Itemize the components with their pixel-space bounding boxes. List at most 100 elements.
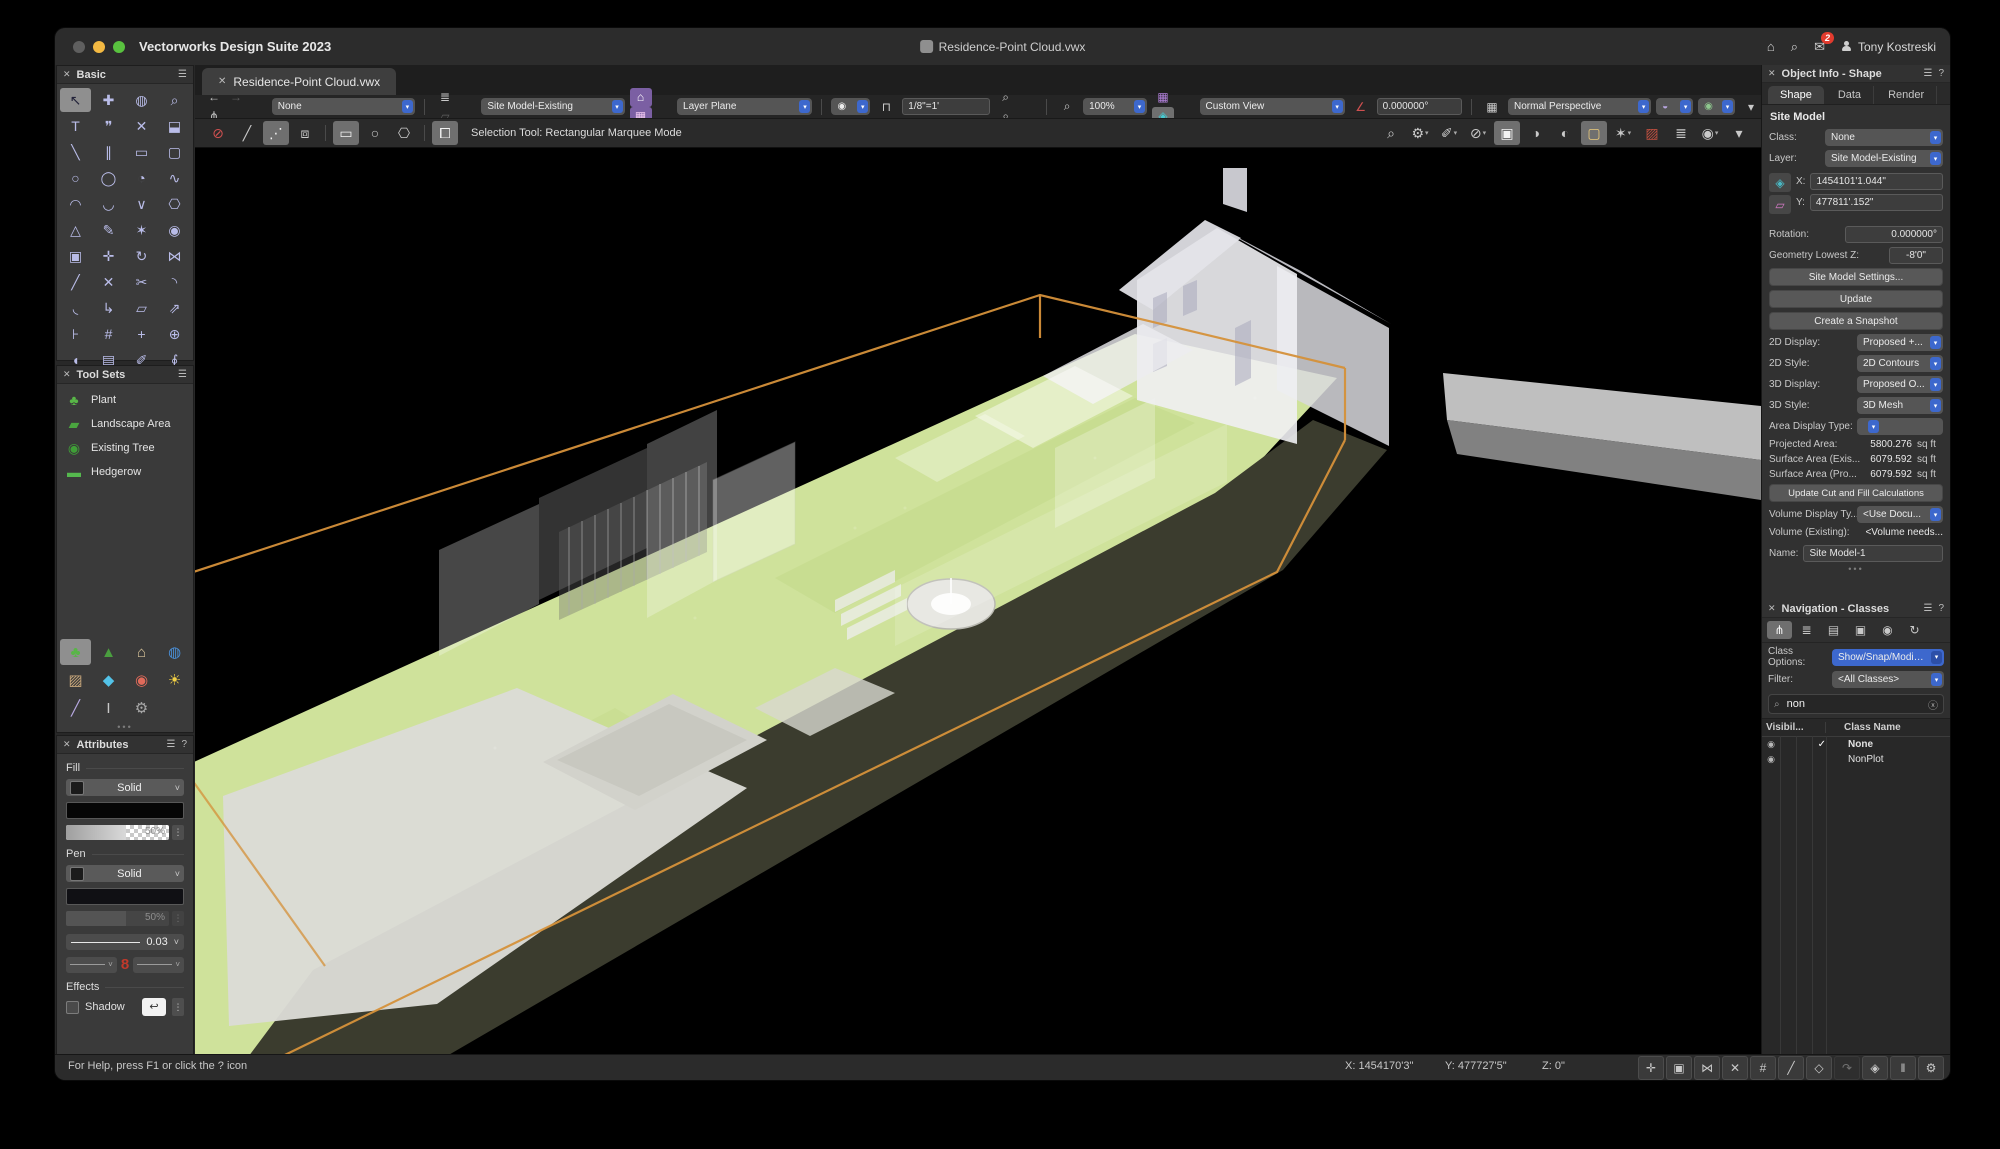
mail-icon[interactable]: ✉2 xyxy=(1814,39,1825,55)
texture-brush-icon[interactable]: ✐▾ xyxy=(1436,121,1462,145)
background-render-dropdown[interactable]: ◉ ▾ xyxy=(1698,98,1735,115)
site-planning-tools-icon[interactable]: ▲ xyxy=(93,639,124,665)
working-plane-mode-icon[interactable]: ◈ xyxy=(1769,173,1791,192)
detailing-tools-icon[interactable]: ⚙ xyxy=(126,695,157,721)
minimize-window-button[interactable] xyxy=(93,41,105,53)
object-class-dropdown[interactable]: None ▾ xyxy=(1825,129,1943,146)
gis-tools-icon[interactable]: ◍ xyxy=(159,639,190,665)
pen-style-dropdown[interactable]: Solid ˅ xyxy=(66,865,184,882)
render-mode-dropdown[interactable]: ◒ ▾ xyxy=(1656,98,1693,115)
class-layer-visibility-icon[interactable]: ≣ xyxy=(1668,121,1694,145)
palette-help-icon[interactable]: ? xyxy=(1938,603,1944,614)
snap-grid-icon[interactable]: ▦ xyxy=(1152,88,1174,107)
unrestricted-mode-icon[interactable]: ⧈ xyxy=(292,121,318,145)
2d-style-dropdown[interactable]: 2D Contours▾ xyxy=(1857,355,1943,372)
close-palette-icon[interactable]: ✕ xyxy=(63,369,71,380)
visibility-eye-icon[interactable]: ◉ xyxy=(1762,739,1780,750)
palette-menu-icon[interactable]: ☰ xyxy=(1923,68,1932,79)
locus-tool-icon[interactable]: ✕ xyxy=(126,114,157,138)
zoom-line-thickness-icon[interactable]: ⌕ xyxy=(1378,121,1404,145)
visibility-eye-icon[interactable]: ◉ xyxy=(1762,754,1780,765)
palette-menu-icon[interactable]: ☰ xyxy=(166,739,175,750)
2d-display-dropdown[interactable]: Proposed +...▾ xyxy=(1857,334,1943,351)
trim-tool-icon[interactable]: ✕ xyxy=(93,270,124,294)
remove-pen-icon[interactable]: ⊘▾ xyxy=(1465,121,1491,145)
palette-resize-handle[interactable]: ••• xyxy=(1762,566,1950,574)
fit-to-window-icon[interactable]: ▣ xyxy=(1666,1056,1692,1080)
single-object-mode-icon[interactable]: ╱ xyxy=(234,121,260,145)
fit-to-page-icon[interactable]: ⌕ xyxy=(995,88,1017,107)
fillet-tool-icon[interactable]: ◝ xyxy=(159,270,190,294)
palette-menu-icon[interactable]: ☰ xyxy=(178,369,187,380)
dims-notes-tools-icon[interactable]: ╱ xyxy=(60,695,91,721)
text-tool-icon[interactable]: T xyxy=(60,114,91,138)
line-tool-icon[interactable]: ╲ xyxy=(60,140,91,164)
close-window-button[interactable] xyxy=(73,41,85,53)
smart-edge-icon[interactable]: ╱ xyxy=(1778,1056,1804,1080)
nav-classes-icon[interactable]: ⋔ xyxy=(1767,621,1792,639)
pen-opacity-slider[interactable]: 50% xyxy=(66,911,169,926)
pen-color-bar[interactable] xyxy=(66,888,184,905)
active-class-dropdown[interactable]: None ▾ xyxy=(272,98,415,115)
pause-snapping-icon[interactable]: ‖ xyxy=(1890,1056,1916,1080)
toolset-item-landscape-area[interactable]: ▰Landscape Area xyxy=(57,412,193,436)
zoom-magnifier-icon[interactable]: ⌕ xyxy=(1056,97,1078,116)
volume-display-dropdown[interactable]: <Use Docu... ▾ xyxy=(1857,506,1943,523)
nav-design-layers-icon[interactable]: ≣ xyxy=(1794,621,1819,639)
update-cut-fill-button[interactable]: Update Cut and Fill Calculations xyxy=(1769,484,1943,502)
smart-points-icon[interactable]: # xyxy=(1750,1056,1776,1080)
y-coordinate-field[interactable]: 477811'.152" xyxy=(1810,194,1943,211)
fill-opacity-menu-icon[interactable]: ⋮ xyxy=(172,825,184,840)
nav-references-icon[interactable]: ↻ xyxy=(1902,621,1927,639)
zoom-tool-icon[interactable]: ⌕ xyxy=(159,88,190,112)
move-by-points-tool-icon[interactable]: ✛ xyxy=(93,244,124,268)
building-shell-tools-icon[interactable]: ⌂ xyxy=(126,639,157,665)
tab-data[interactable]: Data xyxy=(1826,86,1874,104)
toolbar-overflow-icon[interactable]: ▾ xyxy=(1740,97,1762,116)
line-end-marker-dropdown[interactable]: ˅ xyxy=(133,957,184,973)
zoom-level-dropdown[interactable]: 100% ▾ xyxy=(1083,98,1147,115)
screen-plane-mode-icon[interactable]: ▱ xyxy=(1769,195,1791,214)
more-modes-icon[interactable]: ▾ xyxy=(1726,121,1752,145)
visibility-options-dropdown[interactable]: ◉ ▾ xyxy=(831,98,870,115)
render-teapot-icon[interactable]: ◑ xyxy=(1523,121,1549,145)
crop-visible-icon[interactable]: ▢ xyxy=(1581,121,1607,145)
rotation-field[interactable]: 0.000000° xyxy=(1845,226,1943,243)
palette-menu-icon[interactable]: ☰ xyxy=(1923,603,1932,614)
site-model-settings-button[interactable]: Site Model Settings... xyxy=(1769,268,1943,286)
framing-tool-icon[interactable]: # xyxy=(93,322,124,346)
3d-style-dropdown[interactable]: 3D Mesh▾ xyxy=(1857,397,1943,414)
layer-scale-field[interactable]: 1/8"=1' xyxy=(902,98,989,115)
fill-opacity-slider[interactable]: 50% xyxy=(66,825,169,840)
projection-dropdown[interactable]: Normal Perspective ▾ xyxy=(1508,98,1651,115)
oval-tool-icon[interactable]: ◯ xyxy=(93,166,124,190)
filter-dropdown[interactable]: <All Classes> ▾ xyxy=(1832,671,1944,688)
palette-menu-icon[interactable]: ☰ xyxy=(178,69,187,80)
tape-measure-tool-icon[interactable]: ⊕ xyxy=(159,322,190,346)
close-palette-icon[interactable]: ✕ xyxy=(63,69,71,80)
tab-render[interactable]: Render xyxy=(1876,86,1937,104)
maximize-window-button[interactable] xyxy=(113,41,125,53)
palette-help-icon[interactable]: ? xyxy=(181,739,187,750)
close-palette-icon[interactable]: ✕ xyxy=(63,739,71,750)
datum-tool-icon[interactable]: + xyxy=(126,322,157,346)
nav-viewports-icon[interactable]: ▣ xyxy=(1848,621,1873,639)
line-start-marker-dropdown[interactable]: ˅ xyxy=(66,957,117,973)
look-at-working-plane-icon[interactable]: ∠ xyxy=(1350,97,1372,116)
triangle-tool-icon[interactable]: △ xyxy=(60,218,91,242)
circle-tool-icon[interactable]: ○ xyxy=(60,166,91,190)
layer-stack-icon[interactable]: ≣ xyxy=(434,88,456,107)
fill-color-bar[interactable] xyxy=(66,802,184,819)
pen-opacity-menu-icon[interactable]: ⋮ xyxy=(172,911,184,926)
polyline-tool-icon[interactable]: ∨ xyxy=(126,192,157,216)
select-similar-tool-icon[interactable]: ▣ xyxy=(60,244,91,268)
layer-scale-icon[interactable]: ⊓ xyxy=(875,97,897,116)
symbol-insertion-icon[interactable]: ⌂ xyxy=(630,88,652,107)
palette-help-icon[interactable]: ? xyxy=(1938,68,1944,79)
toolset-item-hedgerow[interactable]: ▬Hedgerow xyxy=(57,460,193,484)
snap-to-edge-icon[interactable]: ◇ xyxy=(1806,1056,1832,1080)
regular-polygon-tool-icon[interactable]: ⎔ xyxy=(159,192,190,216)
class-search-input[interactable] xyxy=(1785,697,1923,711)
create-a-snapshot-button[interactable]: Create a Snapshot xyxy=(1769,312,1943,330)
lowest-z-field[interactable]: -8'0" xyxy=(1889,247,1943,264)
